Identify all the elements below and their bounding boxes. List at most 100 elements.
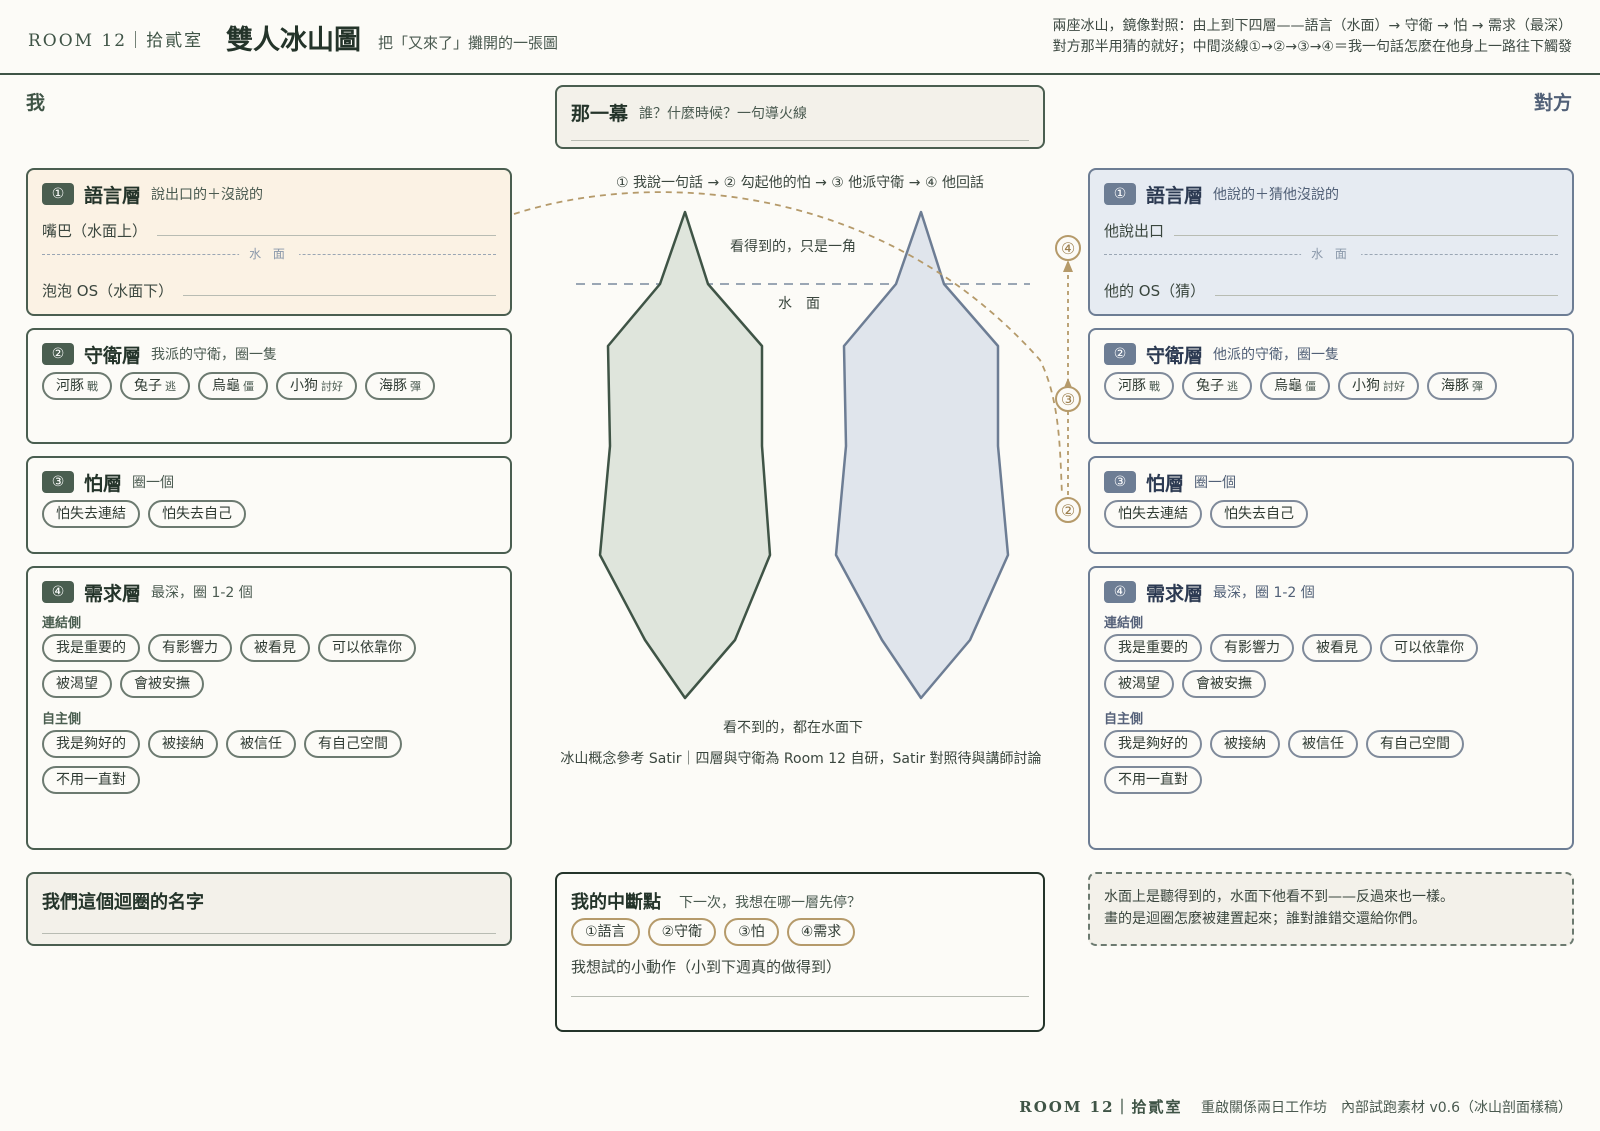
scene-card[interactable]: 那一幕 誰？什麼時候？一句導火線 — [555, 85, 1045, 149]
me-connect-chips: 我是重要的 有影響力 被看見 可以依靠你 被渴望 會被安撫 — [42, 634, 450, 698]
me-guard-chip[interactable]: 烏龜僵 — [198, 372, 268, 400]
them-guard-chip[interactable]: 海豚彈 — [1427, 372, 1497, 400]
chip-tag: 戰 — [87, 380, 98, 393]
them-language-card: ① 語言層 他說的＋猜他沒說的 他說出口 水 面 他的 OS（猜） — [1088, 168, 1574, 316]
me-need-chip[interactable]: 有自己空間 — [304, 730, 402, 758]
me-guard-hint: 我派的守衛，圈一隻 — [151, 347, 278, 363]
them-need-chip[interactable]: 我是重要的 — [1104, 634, 1202, 662]
me-mouth-label: 嘴巴（水面上） — [42, 222, 148, 240]
me-guard-chip[interactable]: 兔子逃 — [120, 372, 190, 400]
break-point-chips: ①語言 ②守衛 ③怕 ④需求 — [571, 918, 856, 946]
reminder-line-2: 畫的是迴圈怎麼被建置起來；誰對誰錯交還給你們。 — [1104, 911, 1426, 927]
chip-label: 烏龜 — [1274, 378, 1302, 394]
me-language-number: ① — [42, 183, 74, 205]
me-need-card: ④ 需求層 最深，圈 1-2 個 連結側 我是重要的 有影響力 被看見 可以依靠… — [26, 566, 512, 850]
break-chip-language[interactable]: ①語言 — [571, 918, 640, 946]
chip-tag: 戰 — [1149, 380, 1160, 393]
chip-label: 海豚 — [379, 378, 407, 394]
them-need-chip[interactable]: 有自己空間 — [1366, 730, 1464, 758]
loop-name-card[interactable]: 我們這個迴圈的名字 — [26, 872, 512, 946]
their-iceberg — [834, 210, 1010, 700]
step-marker-2-label: ② — [1061, 501, 1075, 520]
me-need-chip[interactable]: 我是重要的 — [42, 634, 140, 662]
page-footer: ROOM 12｜拾貳室 重啟關係兩日工作坊 內部試跑素材 v0.6（冰山剖面樣稿… — [1019, 1096, 1572, 1117]
me-need-chip[interactable]: 不用一直對 — [42, 766, 140, 794]
them-need-chip[interactable]: 我是夠好的 — [1104, 730, 1202, 758]
them-need-chip[interactable]: 被信任 — [1288, 730, 1358, 758]
them-fear-header: ③ 怕層 圈一個 — [1104, 470, 1236, 495]
me-water-label: 水 面 — [239, 245, 299, 262]
them-need-chip[interactable]: 有影響力 — [1210, 634, 1294, 662]
loop-name-line — [42, 933, 496, 934]
them-water-divider: 水 面 — [1104, 245, 1558, 262]
them-language-title: 語言層 — [1146, 184, 1204, 207]
me-fear-chip[interactable]: 怕失去連結 — [42, 500, 140, 528]
me-mouth-field[interactable]: 嘴巴（水面上） — [42, 220, 496, 241]
small-action-line[interactable] — [571, 996, 1029, 997]
me-need-chip[interactable]: 被渴望 — [42, 670, 112, 698]
them-water-label: 水 面 — [1301, 245, 1361, 262]
them-need-chip[interactable]: 會被安撫 — [1182, 670, 1266, 698]
me-need-number: ④ — [42, 581, 74, 603]
me-guard-header: ② 守衛層 我派的守衛，圈一隻 — [42, 342, 278, 367]
them-auto-chips: 我是夠好的 被接納 被信任 有自己空間 不用一直對 — [1104, 730, 1512, 794]
me-need-chip[interactable]: 被看見 — [240, 634, 310, 662]
them-guard-chip[interactable]: 河豚戰 — [1104, 372, 1174, 400]
them-need-chip[interactable]: 被渴望 — [1104, 670, 1174, 698]
me-need-chip[interactable]: 我是夠好的 — [42, 730, 140, 758]
them-need-chip[interactable]: 可以依靠你 — [1380, 634, 1478, 662]
them-need-chip[interactable]: 被看見 — [1302, 634, 1372, 662]
chip-tag: 僵 — [243, 380, 254, 393]
break-chip-guard[interactable]: ②守衛 — [647, 918, 717, 946]
chip-label: 兔子 — [1196, 378, 1224, 394]
me-guard-chip[interactable]: 小狗 討好 — [276, 372, 357, 400]
them-said-field[interactable]: 他說出口 — [1104, 220, 1558, 241]
them-guard-header: ② 守衛層 他派的守衛，圈一隻 — [1104, 342, 1339, 367]
them-auto-label: 自主側 — [1104, 712, 1144, 727]
them-need-hint: 最深，圈 1-2 個 — [1213, 585, 1315, 601]
chip-tag: 逃 — [165, 380, 176, 393]
chip-label: 河豚 — [1118, 378, 1146, 394]
them-need-chip[interactable]: 不用一直對 — [1104, 766, 1202, 794]
me-fear-chip[interactable]: 怕失去自己 — [148, 500, 246, 528]
them-said-label: 他說出口 — [1104, 222, 1165, 240]
step-marker-2: ② — [1055, 497, 1081, 523]
me-auto-label: 自主側 — [42, 712, 82, 727]
break-chip-need[interactable]: ④需求 — [786, 918, 856, 946]
break-chip-fear[interactable]: ③怕 — [724, 918, 779, 946]
me-guard-chip[interactable]: 海豚彈 — [365, 372, 435, 400]
small-action-prompt: 我想試的小動作（小到下週真的做得到） — [571, 958, 842, 976]
them-fear-chip[interactable]: 怕失去連結 — [1104, 500, 1202, 528]
them-need-chip[interactable]: 被接納 — [1210, 730, 1280, 758]
hidden-caption: 看不到的，都在水面下 — [723, 720, 863, 736]
me-need-chip[interactable]: 會被安撫 — [120, 670, 204, 698]
header-note: 兩座冰山，鏡像對照：由上到下四層——語言（水面）→ 守衛 → 怕 → 需求（最深… — [1053, 16, 1572, 58]
scene-hint: 誰？什麼時候？一句導火線 — [639, 106, 807, 122]
them-need-title: 需求層 — [1146, 582, 1204, 605]
step-marker-3: ③ — [1055, 386, 1081, 412]
them-guard-chip[interactable]: 小狗 討好 — [1338, 372, 1419, 400]
them-guard-chip[interactable]: 兔子逃 — [1182, 372, 1252, 400]
chip-tag: 彈 — [410, 380, 421, 393]
side-label-them: 對方 — [1533, 92, 1572, 114]
me-need-chip[interactable]: 被接納 — [148, 730, 218, 758]
me-need-title: 需求層 — [84, 582, 142, 605]
page-header: ROOM 12｜拾貳室 雙人冰山圖 把「又來了」攤開的一張圖 兩座冰山，鏡像對照… — [0, 0, 1600, 75]
step-marker-3-label: ③ — [1061, 390, 1075, 409]
me-need-chip[interactable]: 可以依靠你 — [318, 634, 416, 662]
me-need-chip[interactable]: 被信任 — [226, 730, 296, 758]
chip-tag: 逃 — [1227, 380, 1238, 393]
them-guard-chip[interactable]: 烏龜僵 — [1260, 372, 1330, 400]
me-guard-chip[interactable]: 河豚戰 — [42, 372, 112, 400]
them-need-number: ④ — [1104, 581, 1136, 603]
visible-caption: 看得到的，只是一角 — [730, 239, 856, 255]
me-need-hint: 最深，圈 1-2 個 — [151, 585, 253, 601]
me-os-field[interactable]: 泡泡 OS（水面下） — [42, 280, 496, 301]
them-os-field[interactable]: 他的 OS（猜） — [1104, 280, 1558, 301]
me-need-chip[interactable]: 有影響力 — [148, 634, 232, 662]
them-connect-label: 連結側 — [1104, 616, 1144, 631]
them-guard-title: 守衛層 — [1146, 344, 1204, 367]
me-fear-header: ③ 怕層 圈一個 — [42, 470, 174, 495]
chip-label: 小狗 — [290, 378, 318, 394]
them-fear-chip[interactable]: 怕失去自己 — [1210, 500, 1308, 528]
